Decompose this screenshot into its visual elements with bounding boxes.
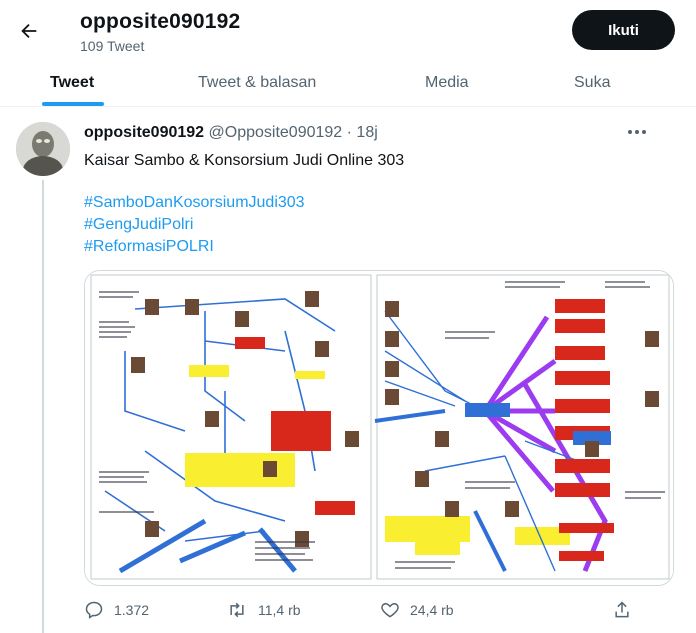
hashtag-link[interactable]: #ReformasiPOLRI — [84, 236, 305, 258]
follow-button[interactable]: Ikuti — [572, 10, 675, 50]
tweet-media-image[interactable] — [84, 270, 674, 586]
retweet-count: 11,4 rb — [258, 602, 301, 618]
hashtag-link[interactable]: #SamboDanKosorsiumJudi303 — [84, 192, 305, 214]
tab-tweet-replies[interactable]: Tweet & balasan — [198, 58, 316, 107]
avatar-image — [16, 122, 70, 176]
separator: · — [346, 124, 352, 141]
active-tab-indicator — [42, 102, 104, 106]
retweet-icon — [230, 602, 244, 618]
like-count: 24,4 rb — [410, 602, 454, 618]
avatar[interactable] — [16, 122, 70, 176]
tab-tweet[interactable]: Tweet — [50, 58, 94, 107]
like-icon — [381, 602, 399, 618]
thread-line — [42, 180, 44, 633]
hashtag-link[interactable]: #GengJudiPolri — [84, 214, 305, 236]
tab-likes[interactable]: Suka — [574, 58, 610, 107]
reply-icon — [85, 601, 103, 619]
back-arrow-icon — [21, 23, 37, 39]
tweet-time[interactable]: 18j — [356, 124, 377, 141]
profile-tabs: Tweet Tweet & balasan Media Suka — [0, 58, 696, 107]
profile-header: opposite090192 109 Tweet Ikuti — [0, 0, 696, 60]
back-button[interactable] — [12, 14, 46, 48]
tweet-header: opposite090192 @Opposite090192 · 18j — [84, 124, 378, 142]
share-icon — [615, 601, 629, 618]
retweet-button[interactable]: 11,4 rb — [226, 600, 301, 620]
share-button[interactable] — [612, 600, 632, 620]
org-chart-graphic — [85, 271, 673, 585]
hashtag-list: #SamboDanKosorsiumJudi303 #GengJudiPolri… — [84, 192, 305, 258]
more-options-icon — [628, 130, 646, 134]
tweet-actions: 1.372 11,4 rb 24,4 rb — [84, 600, 644, 624]
tab-media[interactable]: Media — [425, 58, 469, 107]
like-button[interactable]: 24,4 rb — [380, 600, 454, 620]
profile-name: opposite090192 — [80, 10, 241, 33]
reply-count: 1.372 — [114, 602, 150, 618]
tweet-text: Kaisar Sambo & Konsorsium Judi Online 30… — [84, 152, 405, 169]
reply-button[interactable]: 1.372 — [84, 600, 149, 620]
author-handle[interactable]: @Opposite090192 — [209, 124, 343, 141]
author-name[interactable]: opposite090192 — [84, 124, 204, 141]
tweet-count: 109 Tweet — [80, 38, 145, 54]
tweet[interactable]: opposite090192 @Opposite090192 · 18j Kai… — [0, 108, 696, 633]
more-options-button[interactable] — [622, 120, 652, 144]
